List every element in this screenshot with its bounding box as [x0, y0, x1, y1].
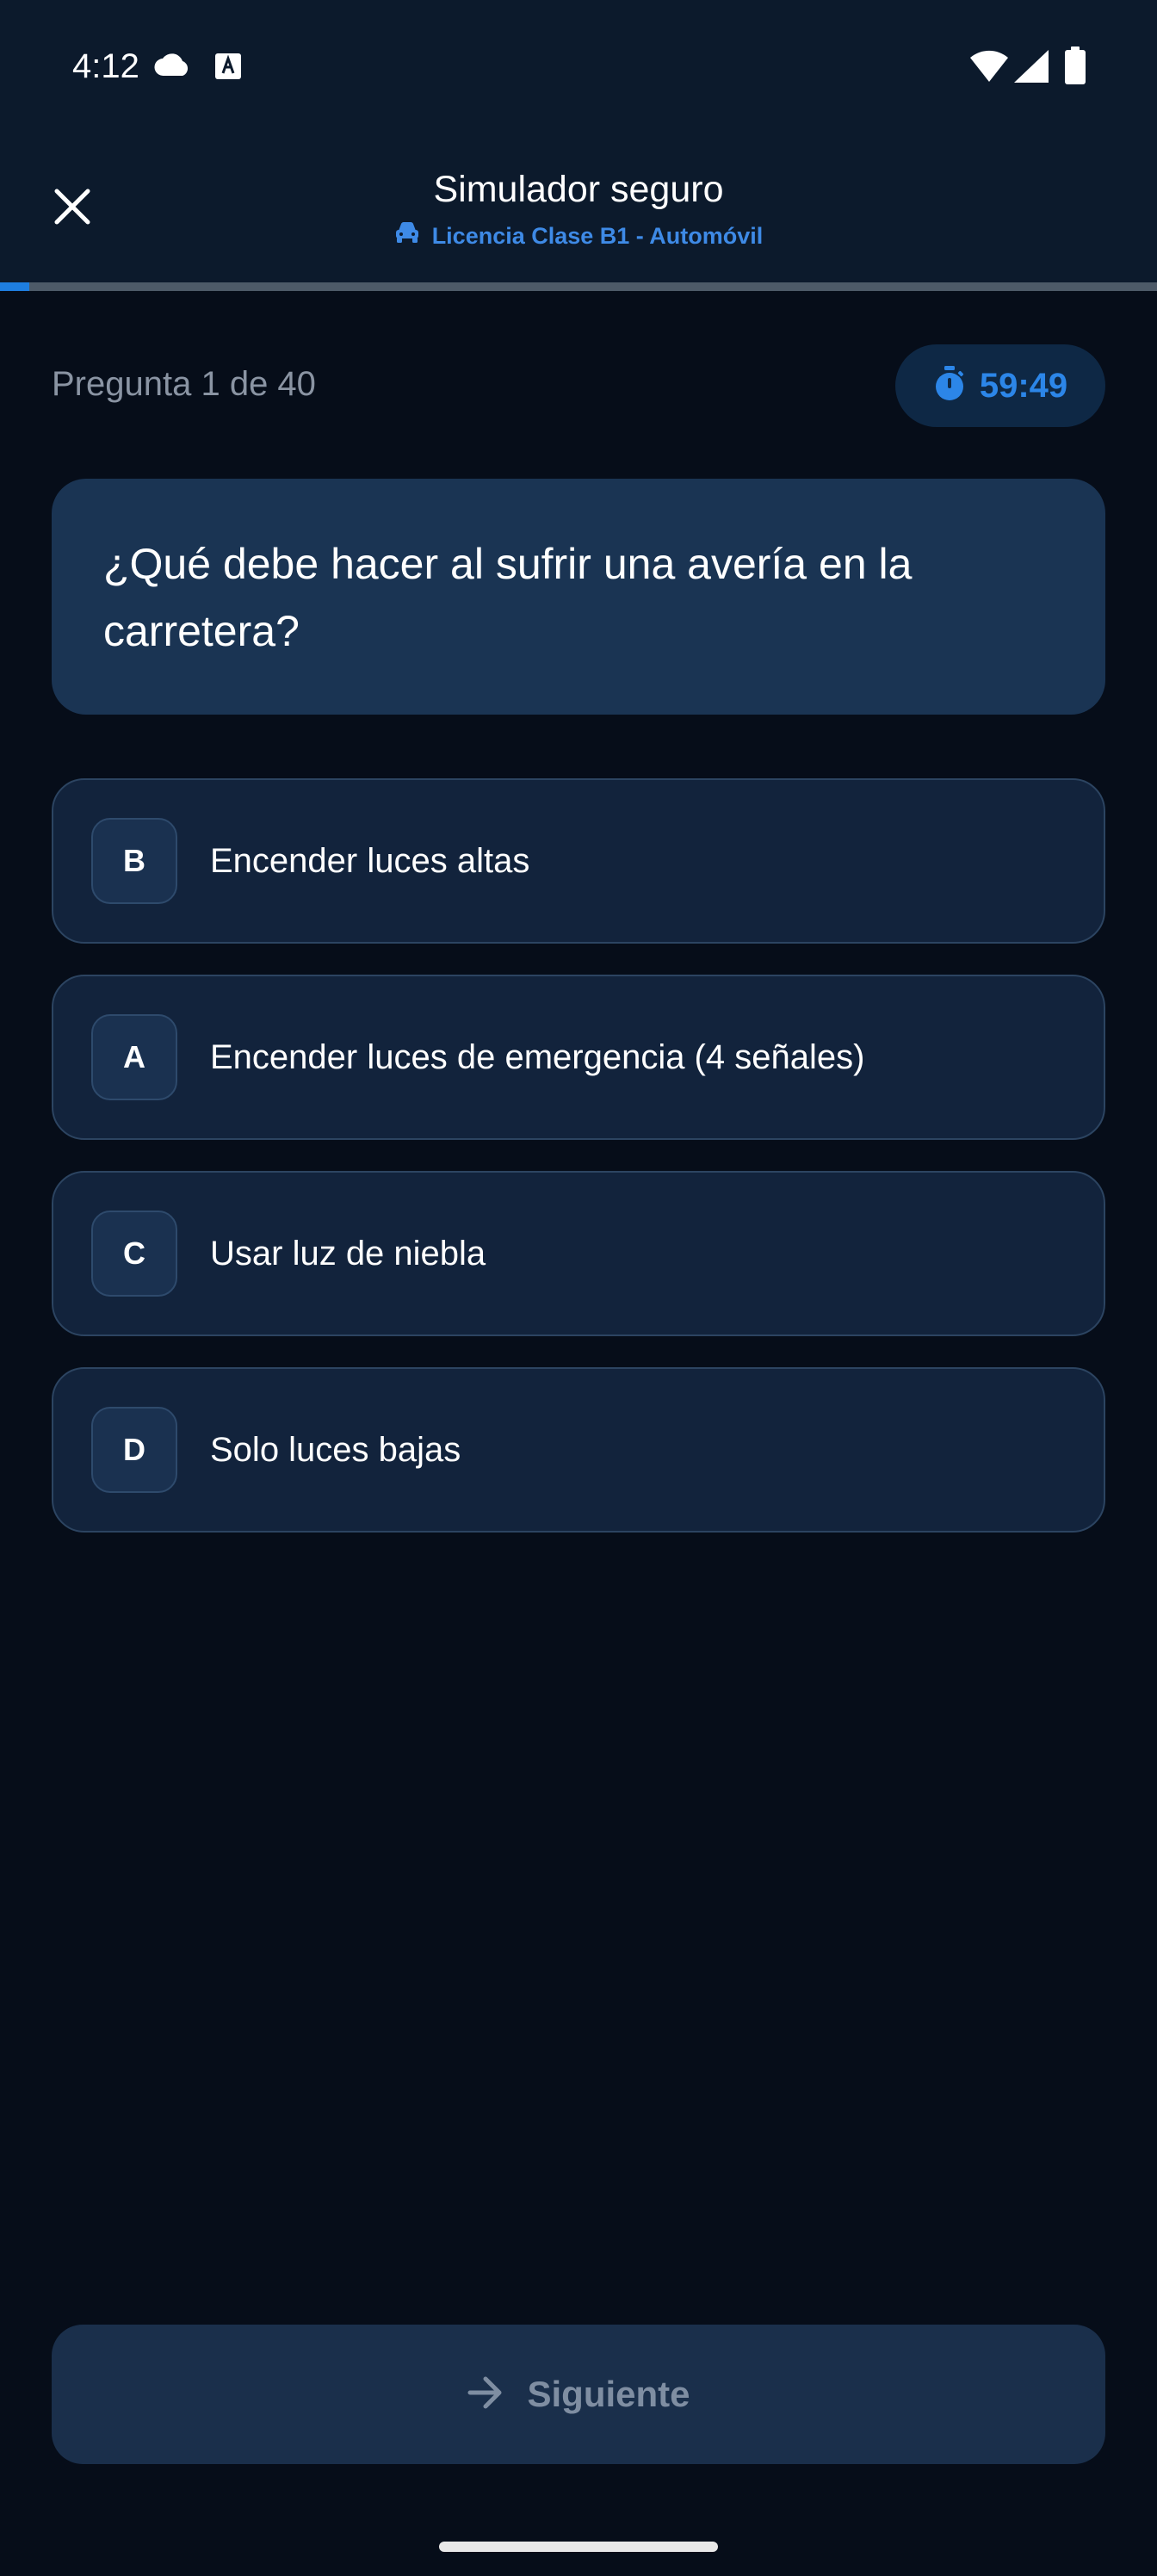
question-card: ¿Qué debe hacer al sufrir una avería en …: [52, 479, 1105, 715]
next-button[interactable]: Siguiente: [52, 2325, 1105, 2464]
page-title: Simulador seguro: [433, 169, 724, 210]
status-time: 4:12: [72, 47, 139, 85]
home-indicator[interactable]: [439, 2542, 718, 2552]
option-text: Encender luces altas: [210, 841, 530, 880]
option-letter-badge: B: [91, 818, 177, 904]
signal-icon: [1014, 50, 1049, 87]
option-letter-badge: C: [91, 1211, 177, 1297]
option-text: Encender luces de emergencia (4 señales): [210, 1037, 865, 1076]
option-text: Usar luz de niebla: [210, 1234, 486, 1273]
stopwatch-icon: [933, 365, 966, 406]
question-text: ¿Qué debe hacer al sufrir una avería en …: [103, 540, 913, 655]
answer-option-c[interactable]: C Usar luz de niebla: [52, 1171, 1105, 1336]
battery-icon: [1064, 46, 1086, 89]
answer-option-b[interactable]: B Encender luces altas: [52, 778, 1105, 944]
option-letter-badge: D: [91, 1407, 177, 1493]
option-letter-badge: A: [91, 1014, 177, 1100]
arrow-right-icon: [467, 2375, 504, 2414]
license-subtitle: Licencia Clase B1 - Automóvil: [0, 220, 1157, 251]
text-a-icon: [215, 53, 241, 84]
timer-value: 59:49: [979, 366, 1068, 405]
option-text: Solo luces bajas: [210, 1430, 461, 1469]
quiz-screen: 4:12 Simulador seguro Licencia Clase B1 …: [0, 0, 1157, 2576]
timer-badge: 59:49: [895, 344, 1105, 427]
next-button-label: Siguiente: [527, 2374, 690, 2414]
question-counter: Pregunta 1 de 40: [52, 365, 316, 403]
answer-option-d[interactable]: D Solo luces bajas: [52, 1367, 1105, 1533]
progress-fill: [0, 282, 29, 291]
car-icon: [394, 220, 420, 251]
wifi-icon: [969, 50, 1009, 87]
progress-bar: [0, 282, 1157, 291]
status-bar: 4:12: [0, 0, 1157, 129]
license-label: Licencia Clase B1 - Automóvil: [431, 223, 764, 249]
answer-option-a[interactable]: A Encender luces de emergencia (4 señale…: [52, 975, 1105, 1140]
cloud-icon: [153, 52, 191, 82]
